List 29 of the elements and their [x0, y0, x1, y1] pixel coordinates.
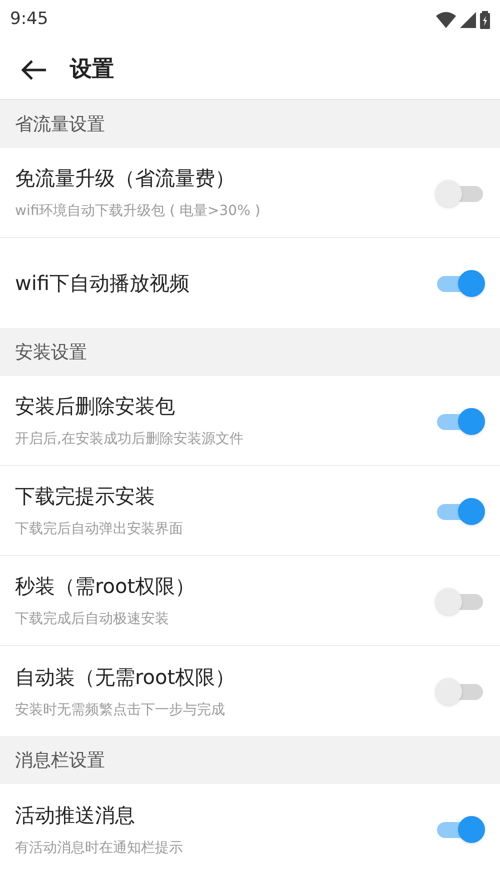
battery-icon — [480, 11, 490, 29]
wifi-icon — [436, 12, 456, 28]
section-header: 安装设置 — [0, 328, 500, 376]
setting-description: 下载完成后自动极速安装 — [15, 610, 170, 629]
toggle-switch[interactable] — [435, 268, 485, 298]
section-header: 消息栏设置 — [0, 736, 500, 784]
section-header: 省流量设置 — [0, 100, 500, 148]
setting-title: 安装后删除安装包 — [15, 393, 176, 420]
page-title: 设置 — [70, 56, 114, 84]
back-arrow-icon[interactable] — [20, 58, 48, 80]
setting-title: 免流量升级（省流量费） — [15, 165, 236, 192]
setting-title: 自动装（无需root权限） — [15, 664, 236, 690]
setting-description: wifi环境自动下载升级包 ( 电量>30% ) — [15, 202, 262, 221]
setting-title: 秒装（需root权限） — [15, 573, 196, 600]
toggle-switch[interactable] — [435, 586, 485, 616]
setting-description: 开启后,在安装成功后删除安装源文件 — [15, 430, 244, 449]
setting-description: 下载完后自动弹出安装界面 — [15, 520, 184, 539]
setting-title: 活动推送消息 — [15, 802, 136, 828]
setting-title: 下载完提示安装 — [15, 483, 156, 510]
toggle-switch[interactable] — [435, 178, 485, 208]
setting-description: 安装时无需频繁点击下一步与完成 — [15, 700, 226, 720]
setting-title: wifi下自动播放视频 — [15, 270, 191, 297]
toggle-switch[interactable] — [435, 496, 485, 526]
setting-description: 有活动消息时在通知栏提示 — [15, 838, 184, 858]
toggle-switch[interactable] — [435, 676, 485, 706]
toggle-switch[interactable] — [435, 406, 485, 436]
toggle-switch[interactable] — [435, 814, 485, 844]
status-time: 9:45 — [10, 8, 48, 32]
signal-icon — [460, 12, 476, 28]
